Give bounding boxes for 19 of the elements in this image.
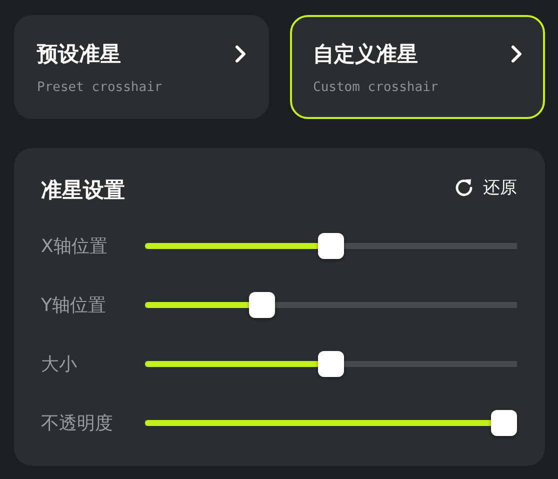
slider-label: Y轴位置 xyxy=(41,294,107,316)
mode-subtitle: Preset crosshair xyxy=(37,80,162,94)
mode-card[interactable]: 自定义准星 Custom crosshair xyxy=(290,15,545,119)
mode-title: 自定义准星 xyxy=(313,40,419,68)
slider-label: 大小 xyxy=(41,352,78,376)
slider-label: 不透明度 xyxy=(41,412,114,434)
slider-thumb[interactable] xyxy=(318,350,344,376)
mode-title: 预设准星 xyxy=(37,40,122,68)
slider-label: X轴位置 xyxy=(41,234,108,258)
chevron-right-icon xyxy=(235,45,247,63)
reset-button[interactable]: 还原 xyxy=(454,176,517,198)
chevron-right-icon xyxy=(511,45,523,63)
panel-title: 准星设置 xyxy=(41,177,125,204)
slider-thumb[interactable] xyxy=(248,292,275,318)
slider-thumb[interactable] xyxy=(318,232,344,258)
mode-card[interactable]: 预设准星 Preset crosshair xyxy=(14,15,269,119)
slider-thumb[interactable] xyxy=(491,410,517,436)
mode-subtitle: Custom crosshair xyxy=(313,80,438,94)
reset-icon xyxy=(454,177,474,197)
